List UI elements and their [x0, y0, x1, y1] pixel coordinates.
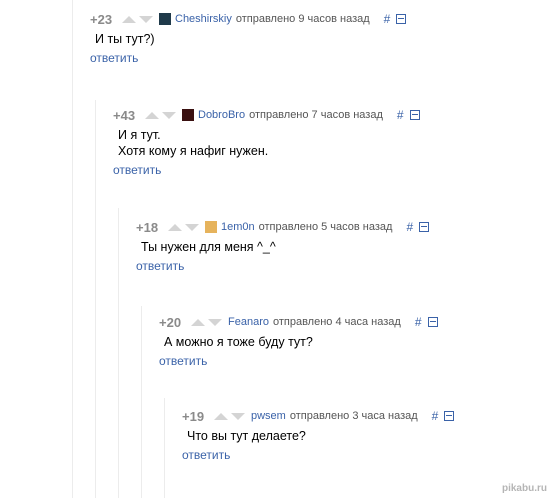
reply-link[interactable]: ответить — [90, 51, 138, 65]
posted-time: отправлено 5 часов назад — [258, 221, 393, 233]
reply-link[interactable]: ответить — [136, 259, 184, 273]
reply-link[interactable]: ответить — [159, 354, 207, 368]
comment-rating: +19 — [182, 408, 205, 424]
downvote-icon[interactable] — [208, 318, 222, 326]
permalink-hash[interactable]: # — [384, 12, 391, 26]
comment-body: И я тут. Хотя кому я нафиг нужен. — [118, 127, 420, 159]
comment-header: +18 1em0n отправлено 5 часов назад # — [136, 218, 430, 236]
comment-text-line: Ты нужен для меня ^_^ — [141, 240, 276, 254]
comment-body: Что вы тут делаете? — [187, 428, 454, 444]
collapse-icon[interactable] — [444, 411, 455, 421]
permalink-hash[interactable]: # — [415, 315, 422, 329]
posted-time: отправлено 7 часов назад — [249, 109, 383, 121]
comment: +20 Feanaro отправлено 4 часа назад # А … — [159, 313, 438, 370]
downvote-icon[interactable] — [139, 15, 153, 23]
comment-header: +20 Feanaro отправлено 4 часа назад # — [159, 313, 438, 331]
username-link[interactable]: Cheshirskiy — [175, 13, 232, 25]
reply-link[interactable]: ответить — [182, 448, 230, 462]
username-link[interactable]: pwsem — [251, 410, 286, 422]
thread-line — [141, 306, 142, 498]
permalink-hash[interactable]: # — [406, 220, 413, 234]
upvote-icon[interactable] — [214, 412, 228, 420]
username-link[interactable]: Feanaro — [228, 316, 269, 328]
comment-rating: +18 — [136, 219, 159, 235]
thread-line — [164, 398, 165, 498]
comment: +23 Cheshirskiy отправлено 9 часов назад… — [90, 10, 407, 67]
comment-header: +19 pwsem отправлено 3 часа назад # — [182, 407, 455, 425]
comment-text-line: И я тут. — [118, 128, 161, 142]
comment-text-line: И ты тут?) — [95, 32, 155, 46]
posted-time: отправлено 3 часа назад — [289, 410, 418, 422]
comment: +19 pwsem отправлено 3 часа назад # Что … — [182, 407, 455, 464]
avatar[interactable] — [159, 13, 171, 25]
avatar[interactable] — [205, 221, 217, 233]
comment-text-line: Что вы тут делаете? — [187, 429, 306, 443]
comment-body: А можно я тоже буду тут? — [164, 334, 438, 350]
comment-body: Ты нужен для меня ^_^ — [141, 239, 429, 255]
comment-rating: +20 — [159, 314, 182, 330]
thread-line — [95, 100, 96, 498]
collapse-icon[interactable] — [419, 222, 430, 232]
posted-time: отправлено 9 часов назад — [235, 13, 370, 25]
comment-body: И ты тут?) — [95, 31, 406, 47]
upvote-icon[interactable] — [191, 318, 205, 326]
downvote-icon[interactable] — [231, 412, 245, 420]
collapse-icon[interactable] — [409, 110, 420, 120]
posted-time: отправлено 4 часа назад — [272, 316, 401, 328]
comment-header: +23 Cheshirskiy отправлено 9 часов назад… — [90, 10, 407, 28]
upvote-icon[interactable] — [168, 223, 182, 231]
comment-text-line: Хотя кому я нафиг нужен. — [118, 144, 269, 158]
comment-rating: +43 — [113, 107, 136, 123]
collapse-icon[interactable] — [396, 14, 407, 24]
comment: +43 DobroBro отправлено 7 часов назад # … — [113, 106, 420, 179]
comment-text-line: А можно я тоже буду тут? — [164, 335, 313, 349]
collapse-icon[interactable] — [427, 317, 438, 327]
watermark: pikabu.ru — [501, 483, 547, 494]
comment-header: +43 DobroBro отправлено 7 часов назад # — [113, 106, 420, 124]
username-link[interactable]: 1em0n — [221, 221, 255, 233]
upvote-icon[interactable] — [145, 111, 159, 119]
downvote-icon[interactable] — [162, 111, 176, 119]
upvote-icon[interactable] — [122, 15, 136, 23]
downvote-icon[interactable] — [185, 223, 199, 231]
thread-line — [72, 0, 73, 498]
reply-link[interactable]: ответить — [113, 163, 161, 177]
permalink-hash[interactable]: # — [432, 409, 439, 423]
avatar[interactable] — [182, 109, 194, 121]
comment-rating: +23 — [90, 11, 113, 27]
comment: +18 1em0n отправлено 5 часов назад # Ты … — [136, 218, 430, 275]
thread-line — [118, 208, 119, 498]
permalink-hash[interactable]: # — [397, 108, 404, 122]
username-link[interactable]: DobroBro — [198, 109, 245, 121]
